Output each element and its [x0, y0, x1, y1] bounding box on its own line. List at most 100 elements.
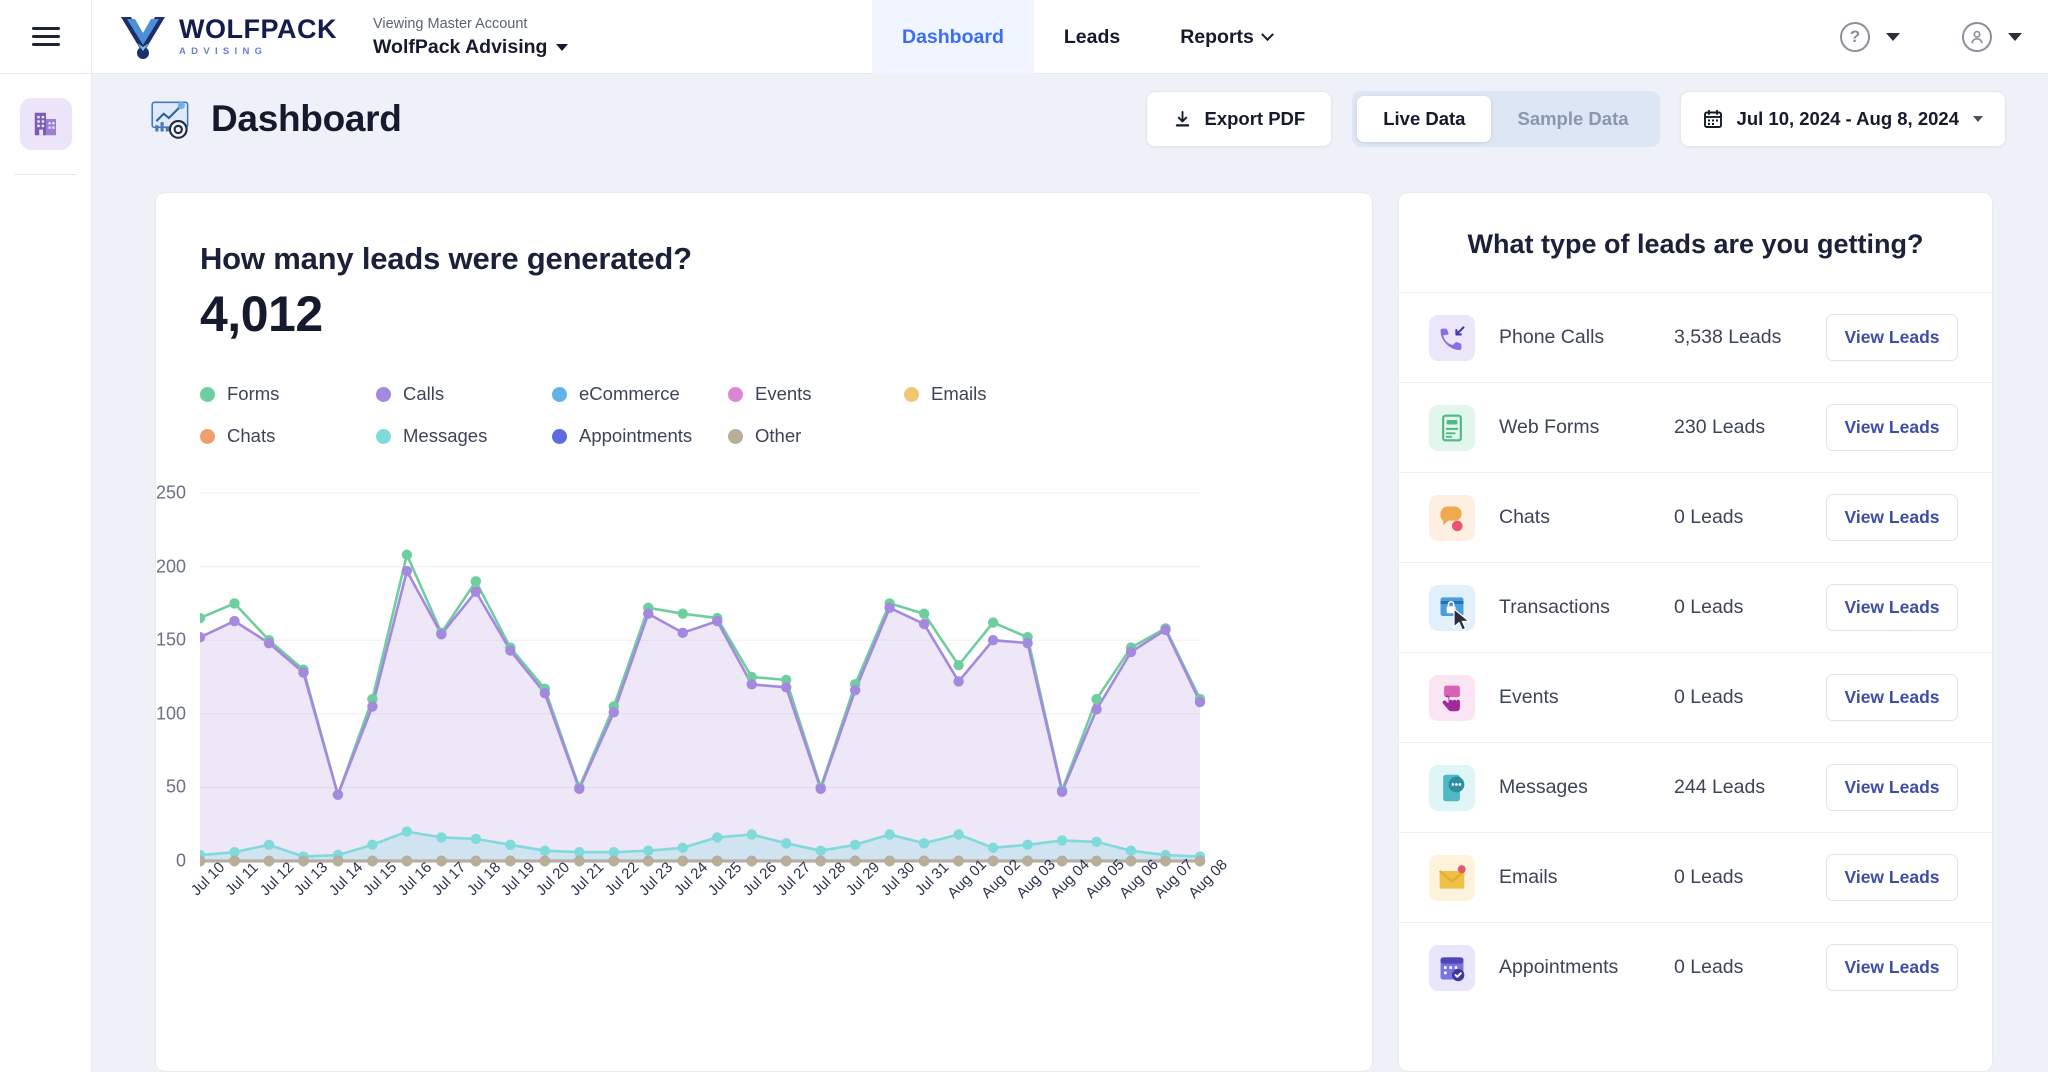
legend-color-dot — [728, 386, 743, 402]
help-icon[interactable]: ? — [1840, 22, 1870, 52]
legend-item-chats[interactable]: Chats — [200, 425, 376, 447]
view-leads-button[interactable]: View Leads — [1826, 404, 1958, 451]
lead-type-row: Transactions 0 Leads View Leads — [1399, 562, 1992, 652]
top-navigation-bar: WOLFPACK ADVISING Viewing Master Account… — [0, 0, 2048, 74]
hamburger-icon-line — [31, 43, 60, 46]
nav-item-reports[interactable]: Reports — [1150, 0, 1302, 74]
view-leads-button[interactable]: View Leads — [1826, 494, 1958, 541]
lead-type-row: Appointments 0 Leads View Leads — [1399, 922, 1992, 1012]
calendar-icon — [1703, 109, 1722, 128]
lead-type-count: 244 Leads — [1674, 776, 1766, 798]
lead-type-count: 0 Leads — [1674, 506, 1744, 528]
legend-label: Chats — [227, 425, 276, 446]
sidebar-divider — [14, 174, 77, 175]
y-axis-tick-label: 150 — [155, 629, 186, 650]
user-circle-icon[interactable] — [1962, 22, 1992, 52]
event-hand-icon — [1429, 674, 1475, 721]
y-axis-tick-label: 250 — [155, 482, 186, 503]
lead-type-name: Messages — [1499, 776, 1588, 798]
chevron-down-icon — [1261, 27, 1274, 41]
page-title: Dashboard — [211, 98, 402, 139]
calendar-check-icon — [1429, 944, 1475, 991]
lead-type-count: 3,538 Leads — [1674, 326, 1782, 348]
legend-color-dot — [552, 386, 567, 402]
view-leads-button[interactable]: View Leads — [1826, 314, 1958, 361]
nav-label: Reports — [1180, 25, 1254, 48]
legend-label: Other — [755, 425, 802, 446]
sample-data-button[interactable]: Sample Data — [1491, 96, 1654, 142]
nav-item-leads[interactable]: Leads — [1034, 0, 1150, 74]
legend-label: Messages — [403, 425, 488, 446]
nav-item-dashboard[interactable]: Dashboard — [872, 0, 1034, 74]
legend-item-forms[interactable]: Forms — [200, 383, 376, 405]
lead-type-row: Events 0 Leads View Leads — [1399, 652, 1992, 742]
hamburger-menu-button[interactable] — [0, 0, 92, 74]
page-header: Dashboard Export PDF Live Data Sample Da… — [92, 74, 2048, 164]
chevron-down-icon — [556, 43, 569, 51]
account-name: WolfPack Advising — [372, 35, 548, 58]
legend-item-other[interactable]: Other — [728, 425, 904, 447]
transaction-card-icon — [1429, 584, 1475, 631]
hamburger-icon-line — [31, 27, 60, 30]
lead-type-row: Messages 244 Leads View Leads — [1399, 742, 1992, 832]
lead-type-count: 0 Leads — [1674, 866, 1744, 888]
lead-types-card: What type of leads are you getting? Phon… — [1398, 192, 1993, 1072]
view-leads-button[interactable]: View Leads — [1826, 854, 1958, 901]
legend-item-ecommerce[interactable]: eCommerce — [552, 383, 728, 405]
view-leads-button[interactable]: View Leads — [1826, 944, 1958, 991]
export-pdf-label: Export PDF — [1204, 108, 1306, 129]
lead-type-count: 0 Leads — [1674, 596, 1744, 618]
lead-type-row: Phone Calls 3,538 Leads View Leads — [1399, 292, 1992, 382]
lead-type-name: Appointments — [1499, 956, 1619, 978]
lead-type-name: Emails — [1499, 866, 1558, 888]
chart-canvas — [194, 492, 1206, 867]
account-chevron-down-icon[interactable] — [2008, 33, 2022, 41]
data-mode-toggle: Live Data Sample Data — [1352, 91, 1660, 147]
legend-item-calls[interactable]: Calls — [376, 383, 552, 405]
lead-types-list: Phone Calls 3,538 Leads View Leads Web Form… — [1399, 292, 1992, 1012]
legend-item-events[interactable]: Events — [728, 383, 904, 405]
y-axis-tick-label: 0 — [175, 850, 186, 871]
brand-name: WOLFPACK — [179, 14, 337, 45]
leads-line-chart: 0 50 100 150 200 250 Jul 10 Jul 11 Jul 12 Jul 13 J… — [156, 481, 1330, 902]
chart-question-title: How many leads were generated? — [200, 241, 692, 276]
legend-color-dot — [728, 428, 743, 444]
y-axis-tick-label: 100 — [155, 703, 186, 724]
view-leads-button[interactable]: View Leads — [1826, 764, 1958, 811]
legend-label: eCommerce — [579, 383, 680, 404]
legend-color-dot — [552, 428, 567, 444]
sidebar-item-accounts[interactable] — [19, 98, 72, 150]
lead-type-name: Chats — [1499, 506, 1550, 528]
legend-label: Events — [755, 383, 812, 404]
date-range-label: Jul 10, 2024 - Aug 8, 2024 — [1736, 108, 1959, 129]
message-phone-icon — [1429, 764, 1475, 811]
lead-type-row: Web Forms 230 Leads View Leads — [1399, 382, 1992, 472]
chevron-down-icon — [1973, 116, 1983, 122]
chart-legend: Forms Calls eCommerce Events Emails Chats Mess… — [200, 383, 1210, 447]
account-switcher[interactable]: Viewing Master Account WolfPack Advising — [372, 14, 569, 59]
top-bar-actions: ? — [1840, 0, 2022, 74]
envelope-icon — [1429, 854, 1475, 901]
legend-color-dot — [200, 428, 215, 444]
dashboard-analytics-icon — [151, 101, 189, 139]
brand-logo-link[interactable]: WOLFPACK ADVISING — [117, 13, 337, 61]
lead-type-row: Chats 0 Leads View Leads — [1399, 472, 1992, 562]
total-leads-value: 4,012 — [200, 286, 323, 342]
legend-item-emails[interactable]: Emails — [904, 383, 1080, 405]
lead-type-count: 0 Leads — [1674, 956, 1744, 978]
view-leads-button[interactable]: View Leads — [1826, 584, 1958, 631]
export-pdf-button[interactable]: Export PDF — [1146, 91, 1333, 147]
live-data-button[interactable]: Live Data — [1357, 96, 1492, 142]
leads-generated-card: How many leads were generated? 4,012 For… — [155, 192, 1373, 1072]
y-axis-tick-label: 200 — [155, 556, 186, 577]
nav-label: Leads — [1063, 25, 1121, 48]
y-axis-tick-label: 50 — [165, 776, 186, 797]
view-leads-button[interactable]: View Leads — [1826, 674, 1958, 721]
help-chevron-down-icon[interactable] — [1886, 33, 1900, 41]
legend-color-dot — [904, 386, 919, 402]
lead-type-name: Phone Calls — [1499, 326, 1605, 348]
legend-item-appointments[interactable]: Appointments — [552, 425, 728, 447]
legend-item-messages[interactable]: Messages — [376, 425, 552, 447]
form-document-icon — [1429, 404, 1475, 451]
date-range-picker[interactable]: Jul 10, 2024 - Aug 8, 2024 — [1679, 91, 2006, 147]
